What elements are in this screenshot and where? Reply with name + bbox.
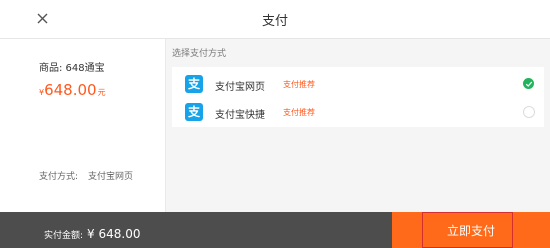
choose-method-label: 选择支付方式 <box>172 49 227 59</box>
total-amount: 实付金额: ¥ 648.00 <box>44 223 140 242</box>
option-name: 支付宝快捷 <box>215 110 265 121</box>
selected-method: 支付方式: 支付宝网页 <box>39 169 133 182</box>
total-value: ¥ 648.00 <box>87 227 141 241</box>
order-summary-panel: 商品: 648通宝 ¥648.00元 支付方式: 支付宝网页 <box>0 39 166 212</box>
method-label: 支付方式: <box>39 172 79 182</box>
price-unit: 元 <box>97 88 106 97</box>
pay-button-label: 立即支付 <box>446 224 495 238</box>
option-tag: 支付推荐 <box>283 108 315 117</box>
price-value: 648.00 <box>44 81 97 99</box>
footer-bar: 实付金额: ¥ 648.00 立即支付 <box>0 212 550 248</box>
radio-icon[interactable] <box>523 106 535 118</box>
alipay-icon: 支 <box>185 75 203 93</box>
checkmark-icon <box>525 81 532 87</box>
page-title: 支付 <box>261 14 288 29</box>
header-bar: 支付 <box>0 0 550 39</box>
check-icon[interactable] <box>523 78 534 89</box>
alipay-icon: 支 <box>185 103 203 121</box>
total-label: 实付金额: <box>44 231 84 241</box>
pay-now-button[interactable]: 立即支付 <box>392 212 550 248</box>
option-name: 支付宝网页 <box>215 82 265 93</box>
option-tag: 支付推荐 <box>283 80 315 89</box>
payment-option-list: 支 支付宝网页 支付推荐 支 支付宝快捷 支付推荐 <box>172 67 544 127</box>
payment-option-alipay-quick[interactable]: 支 支付宝快捷 支付推荐 <box>172 98 544 126</box>
product-label: 商品: 648通宝 <box>39 63 105 74</box>
price: ¥648.00元 <box>39 80 106 99</box>
method-value: 支付宝网页 <box>88 172 134 182</box>
payment-method-panel: 选择支付方式 支 支付宝网页 支付推荐 支 支付宝快捷 支付推荐 <box>166 39 550 212</box>
payment-option-alipay-web[interactable]: 支 支付宝网页 支付推荐 <box>172 70 544 98</box>
